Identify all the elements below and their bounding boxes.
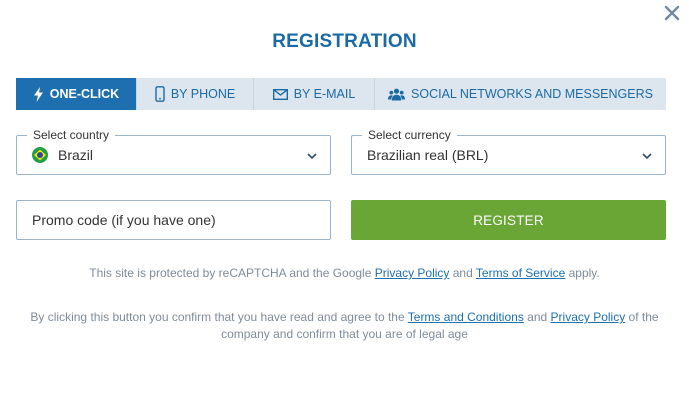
tab-by-phone-label: BY PHONE	[170, 87, 236, 101]
lightning-icon	[33, 86, 44, 102]
terms-middle: and	[523, 310, 551, 324]
tab-by-email[interactable]: BY E-MAIL	[254, 78, 375, 110]
page-title: REGISTRATION	[272, 31, 417, 52]
currency-label: Select currency	[362, 129, 457, 142]
terms-notice: By clicking this button you confirm that…	[20, 309, 669, 343]
country-label: Select country	[27, 129, 116, 142]
brazil-flag-icon	[32, 147, 48, 163]
tab-by-email-label: BY E-MAIL	[293, 87, 356, 101]
phone-icon	[155, 86, 165, 102]
currency-select[interactable]: Select currency Brazilian real (BRL)	[351, 129, 666, 175]
registration-tabs: ONE-CLICK BY PHONE BY E-MAIL SOCIAL NETW…	[16, 78, 666, 110]
tab-one-click[interactable]: ONE-CLICK	[16, 78, 137, 110]
users-icon	[388, 88, 406, 101]
privacy-policy-link[interactable]: Privacy Policy	[375, 266, 450, 280]
recaptcha-middle: and	[449, 266, 476, 280]
terms-prefix: By clicking this button you confirm that…	[30, 310, 408, 324]
close-button[interactable]	[664, 5, 684, 25]
chevron-down-icon	[641, 149, 653, 167]
currency-value: Brazilian real (BRL)	[367, 147, 489, 163]
promo-code-input[interactable]	[17, 201, 330, 239]
recaptcha-prefix: This site is protected by reCAPTCHA and …	[89, 266, 375, 280]
country-select[interactable]: Select country Brazil	[16, 129, 331, 175]
tab-social-networks[interactable]: SOCIAL NETWORKS AND MESSENGERS	[375, 78, 666, 110]
registration-modal: REGISTRATION ONE-CLICK BY PHONE BY E-MAI…	[0, 0, 689, 403]
terms-and-conditions-link[interactable]: Terms and Conditions	[408, 310, 524, 324]
company-privacy-policy-link[interactable]: Privacy Policy	[551, 310, 626, 324]
recaptcha-notice: This site is protected by reCAPTCHA and …	[0, 265, 689, 282]
chevron-down-icon	[306, 149, 318, 167]
recaptcha-suffix: apply.	[565, 266, 600, 280]
envelope-icon	[272, 88, 288, 100]
tab-social-label: SOCIAL NETWORKS AND MESSENGERS	[411, 87, 653, 101]
close-icon	[664, 5, 680, 21]
tab-by-phone[interactable]: BY PHONE	[137, 78, 254, 110]
country-value: Brazil	[58, 147, 94, 163]
promo-code-field	[16, 200, 331, 240]
tab-one-click-label: ONE-CLICK	[49, 87, 120, 101]
terms-of-service-link[interactable]: Terms of Service	[476, 266, 565, 280]
register-button[interactable]: REGISTER	[351, 200, 666, 240]
